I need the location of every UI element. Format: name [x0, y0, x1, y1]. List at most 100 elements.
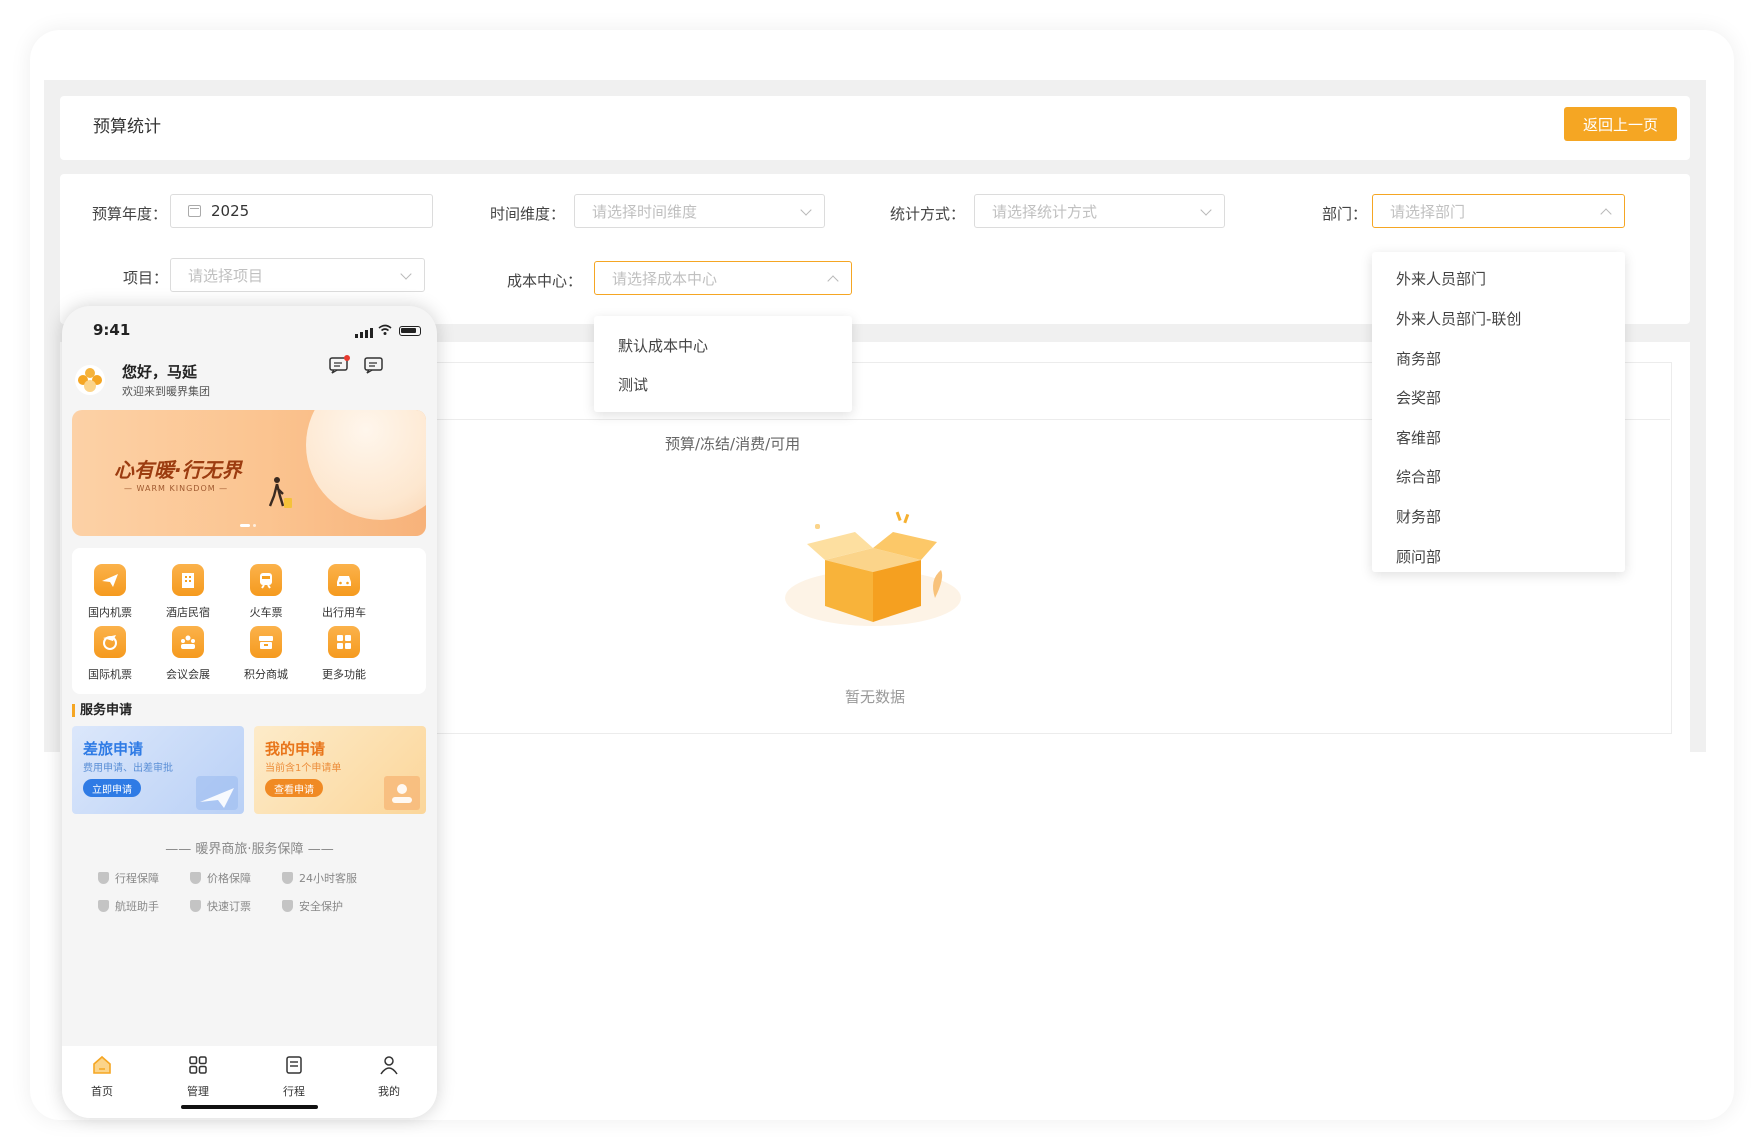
guarantee-label: 快速订票 — [207, 900, 251, 913]
dropdown-option[interactable]: 商务部 — [1396, 348, 1441, 369]
budget-year-label: 预算年度： — [92, 205, 168, 223]
calendar-icon — [188, 205, 201, 217]
table-column-header: 预算/冻结/消费/可用 — [665, 435, 801, 453]
grid-item-label: 国际机票 — [88, 668, 132, 681]
my-apply-card[interactable]: 我的申请 当前含1个申请单 查看申请 — [254, 726, 426, 814]
grid-item-car[interactable]: 出行用车 — [309, 564, 379, 620]
stat-method-label: 统计方式： — [890, 205, 966, 223]
document-icon — [384, 776, 420, 810]
budget-year-value: 2025 — [211, 202, 250, 220]
plane-icon — [94, 564, 126, 596]
dropdown-option[interactable]: 默认成本中心 — [618, 335, 708, 356]
view-apply-button[interactable]: 查看申请 — [265, 779, 323, 797]
dropdown-option[interactable]: 会奖部 — [1396, 387, 1441, 408]
guarantee-label: 安全保护 — [299, 900, 343, 913]
phone-mockup: 9:41 您好，马延 欢迎来到暖界集团 心有暖·行无界 — WARM KINGD… — [62, 306, 437, 1118]
car-icon — [328, 564, 360, 596]
tab-manage[interactable]: 管理 — [168, 1054, 228, 1099]
user-icon — [380, 1056, 398, 1075]
empty-box-icon — [785, 511, 961, 626]
tab-label: 我的 — [378, 1085, 400, 1098]
project-label: 项目： — [123, 269, 169, 287]
home-indicator — [181, 1105, 318, 1109]
grid-item-train[interactable]: 火车票 — [231, 564, 301, 620]
travel-apply-title: 差旅申请 — [83, 740, 144, 758]
stat-method-placeholder: 请选择统计方式 — [992, 202, 1098, 221]
cost-center-dropdown: 默认成本中心 测试 — [594, 316, 852, 412]
budget-year-picker[interactable]: 2025 — [170, 194, 433, 228]
chevron-up-icon — [1600, 208, 1612, 220]
train-icon — [250, 564, 282, 596]
grid-item-hotel[interactable]: 酒店民宿 — [153, 564, 223, 620]
dropdown-option[interactable]: 财务部 — [1396, 506, 1441, 527]
grid-item-mall[interactable]: 积分商城 — [231, 626, 301, 682]
dropdown-option[interactable]: 顾问部 — [1396, 546, 1441, 567]
travel-apply-card[interactable]: 差旅申请 费用申请、出差审批 立即申请 — [72, 726, 244, 814]
shield-icon — [98, 900, 109, 912]
time-dimension-label: 时间维度： — [490, 205, 566, 223]
time-dimension-select[interactable]: 请选择时间维度 — [574, 194, 825, 228]
wifi-icon — [378, 324, 392, 335]
grid-item-label: 出行用车 — [322, 606, 366, 619]
service-section-title: 服务申请 — [72, 704, 132, 717]
project-select[interactable]: 请选择项目 — [170, 258, 425, 292]
itinerary-icon — [286, 1056, 302, 1074]
back-button[interactable]: 返回上一页 — [1564, 107, 1677, 141]
greeting: 您好，马延 — [122, 363, 198, 381]
my-apply-title: 我的申请 — [265, 740, 326, 758]
logo-icon — [78, 368, 102, 392]
traveler-icon — [268, 477, 292, 508]
guarantee-item: 行程保障 — [98, 870, 159, 886]
guarantee-label: 航班助手 — [115, 900, 159, 913]
shield-icon — [190, 900, 201, 912]
mall-icon — [250, 626, 282, 658]
cost-center-select[interactable]: 请选择成本中心 — [594, 261, 852, 295]
guarantee-item: 安全保护 — [282, 898, 343, 914]
tab-home[interactable]: 首页 — [72, 1054, 132, 1099]
department-placeholder: 请选择部门 — [1390, 202, 1466, 221]
tab-label: 管理 — [187, 1085, 209, 1098]
page-header — [60, 96, 1690, 160]
department-select[interactable]: 请选择部门 — [1372, 194, 1625, 228]
grid-icon — [189, 1056, 207, 1074]
dropdown-option[interactable]: 客维部 — [1396, 427, 1441, 448]
notification-icon[interactable] — [328, 355, 350, 375]
dropdown-option[interactable]: 外来人员部门-联创 — [1396, 308, 1521, 329]
hotel-icon — [172, 564, 204, 596]
shield-icon — [282, 900, 293, 912]
avatar[interactable] — [75, 365, 105, 395]
moon-graphic — [306, 410, 426, 520]
dropdown-option[interactable]: 外来人员部门 — [1396, 268, 1486, 289]
welcome-text: 欢迎来到暖界集团 — [122, 385, 210, 398]
grid-item-more[interactable]: 更多功能 — [309, 626, 379, 682]
chevron-up-icon — [827, 275, 839, 287]
grid-item-label: 火车票 — [249, 606, 283, 619]
stat-method-select[interactable]: 请选择统计方式 — [974, 194, 1225, 228]
message-icon[interactable] — [363, 355, 385, 375]
dropdown-option[interactable]: 综合部 — [1396, 466, 1441, 487]
my-apply-subtitle: 当前含1个申请单 — [265, 763, 342, 774]
carousel-dots[interactable] — [240, 524, 256, 527]
service-grid: 国内机票 酒店民宿 火车票 出行用车 国际机票 会议会展 积分商城 更多功能 — [72, 548, 426, 694]
cost-center-placeholder: 请选择成本中心 — [612, 269, 718, 288]
banner-subtitle: — WARM KINGDOM — — [124, 484, 229, 493]
globe-plane-icon — [94, 626, 126, 658]
shield-icon — [190, 872, 201, 884]
tab-label: 行程 — [283, 1085, 305, 1098]
guarantee-label: 24小时客服 — [299, 872, 357, 885]
tab-label: 首页 — [91, 1085, 113, 1098]
grid-item-label: 积分商城 — [244, 668, 288, 681]
dropdown-option[interactable]: 测试 — [618, 374, 648, 395]
grid-item-label: 酒店民宿 — [166, 606, 210, 619]
chevron-down-icon — [1200, 204, 1212, 216]
apply-now-button[interactable]: 立即申请 — [83, 779, 141, 797]
grid-item-meeting[interactable]: 会议会展 — [153, 626, 223, 682]
tab-profile[interactable]: 我的 — [359, 1054, 419, 1099]
grid-item-domestic-flight[interactable]: 国内机票 — [75, 564, 145, 620]
chevron-down-icon — [800, 204, 812, 216]
tab-trip[interactable]: 行程 — [264, 1054, 324, 1099]
cost-center-label: 成本中心： — [507, 272, 583, 290]
promo-banner[interactable]: 心有暖·行无界 — WARM KINGDOM — — [72, 410, 426, 536]
page-title: 预算统计 — [93, 117, 161, 137]
grid-item-intl-flight[interactable]: 国际机票 — [75, 626, 145, 682]
